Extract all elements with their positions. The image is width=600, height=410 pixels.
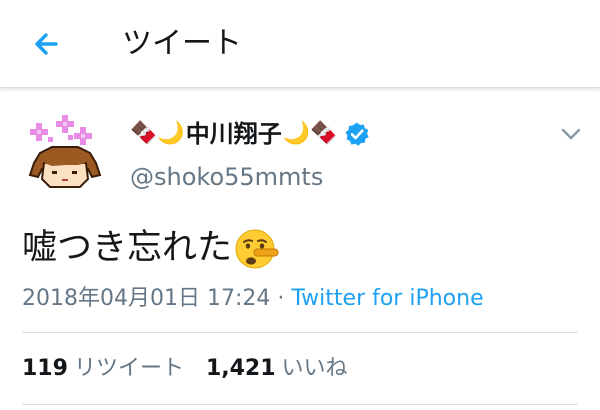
tweet-body: 嘘つき忘れた	[22, 222, 280, 274]
tweet-stats: 119 リツイート 1,421 いいね	[22, 352, 348, 386]
like-count: 1,421	[205, 356, 276, 381]
retweet-count: 119	[22, 356, 68, 381]
tweet-source-link[interactable]: Twitter for iPhone	[291, 286, 483, 311]
name-suffix-emoji: 🌙🍫	[282, 121, 338, 146]
retweets-stat[interactable]: 119 リツイート	[22, 356, 184, 381]
divider	[22, 404, 578, 405]
author-display-name[interactable]: 中川翔子	[186, 114, 282, 154]
author-handle[interactable]: @shoko55mmts	[130, 160, 323, 194]
avatar[interactable]	[22, 113, 108, 193]
likes-stat[interactable]: 1,421 いいね	[206, 356, 348, 381]
retweet-label: リツイート	[73, 356, 184, 381]
tweet-timestamp: 2018年04月01日 17:24	[22, 286, 271, 311]
page-title: ツイート	[122, 26, 242, 61]
meta-separator: ·	[277, 286, 285, 311]
tweet-meta: 2018年04月01日 17:24 · Twitter for iPhone	[22, 282, 484, 316]
tweet-text: 嘘つき忘れた	[22, 228, 233, 268]
author-name-row[interactable]: 🍫🌙 中川翔子 🌙🍫	[130, 114, 370, 154]
chevron-down-icon[interactable]	[558, 124, 584, 144]
like-label: いいね	[281, 356, 348, 381]
name-prefix-emoji: 🍫🌙	[130, 121, 185, 146]
verified-badge-icon	[345, 122, 369, 146]
top-app-bar: ツイート	[0, 0, 600, 88]
lying-face-emoji-icon	[235, 229, 279, 269]
arrow-left-icon[interactable]	[26, 22, 70, 66]
divider	[22, 332, 578, 333]
